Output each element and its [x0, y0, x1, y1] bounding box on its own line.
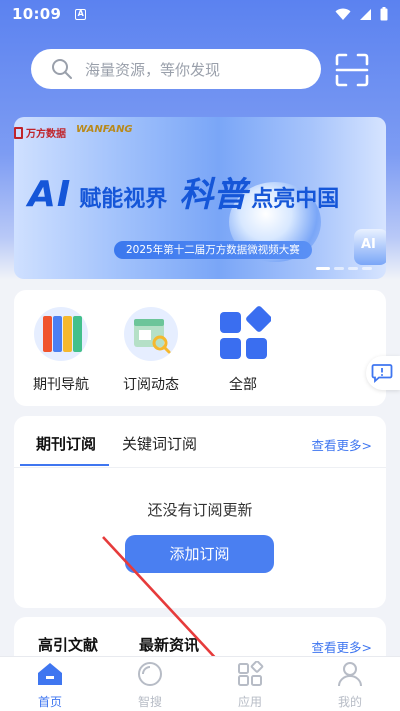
search-input[interactable]: 海量资源，等你发现 — [31, 49, 321, 89]
message-icon — [371, 364, 393, 383]
bottom-nav: 首页 智搜 应用 我的 — [0, 656, 400, 711]
ai-robot-graphic: AI — [354, 229, 386, 265]
journal-books-icon — [34, 307, 88, 361]
feedback-tab[interactable] — [366, 356, 400, 390]
nav-label: 智搜 — [137, 695, 162, 709]
nav-item-smart-search[interactable]: 智搜 — [100, 657, 200, 711]
quick-item-label: 订阅动态 — [123, 377, 179, 393]
wifi-icon — [335, 8, 351, 20]
nav-item-home[interactable]: 首页 — [0, 657, 100, 711]
status-icons — [335, 7, 388, 21]
profile-icon — [338, 662, 362, 687]
view-more-link[interactable]: 查看更多> — [312, 637, 372, 656]
nav-label: 首页 — [37, 695, 62, 709]
apps-icon — [238, 660, 264, 686]
notification-badge: A — [75, 8, 87, 20]
search-placeholder: 海量资源，等你发现 — [85, 60, 221, 79]
quick-item-all[interactable]: 全部 — [208, 306, 278, 394]
empty-state-message: 还没有订阅更新 — [147, 501, 253, 519]
quick-item-subscription-feed[interactable]: 订阅动态 — [116, 306, 186, 394]
tab-keyword-subscription[interactable]: 关键词订阅 — [122, 433, 197, 454]
wanfang-logo: 万方数据 — [14, 125, 66, 140]
divider — [14, 467, 386, 468]
home-icon — [38, 663, 62, 685]
quick-item-journal-nav[interactable]: 期刊导航 — [26, 306, 96, 394]
all-apps-icon — [220, 306, 272, 359]
tab-highly-cited[interactable]: 高引文献 — [38, 634, 98, 655]
wanfang-english-logo: WANFANG — [76, 124, 133, 135]
smart-search-icon — [138, 662, 162, 686]
quick-access-card: 期刊导航 订阅动态 全部 — [14, 290, 386, 406]
active-tab-indicator — [20, 464, 109, 466]
tab-latest-news[interactable]: 最新资讯 — [139, 634, 199, 655]
add-subscription-button[interactable]: 添加订阅 — [125, 535, 274, 573]
view-more-link[interactable]: 查看更多> — [312, 435, 372, 454]
nav-item-apps[interactable]: 应用 — [200, 657, 300, 711]
nav-item-profile[interactable]: 我的 — [300, 657, 400, 711]
banner-subtitle: 2025年第十二届万方数据微视频大赛 — [114, 241, 312, 259]
scan-icon[interactable] — [335, 53, 369, 87]
subscription-card: 期刊订阅 关键词订阅 查看更多> 还没有订阅更新 添加订阅 — [14, 416, 386, 608]
quick-item-label: 期刊导航 — [33, 377, 89, 393]
promo-banner[interactable]: 万方数据 WANFANG AI 赋能视界 科普 点亮中国 2025年第十二届万方… — [14, 117, 386, 279]
banner-headline: AI 赋能视界 科普 点亮中国 — [28, 174, 340, 215]
search-icon — [52, 59, 72, 79]
subscription-feed-icon — [124, 307, 178, 361]
signal-icon — [360, 8, 371, 20]
search-row: 海量资源，等你发现 — [31, 49, 376, 89]
battery-icon — [380, 7, 388, 21]
quick-item-label: 全部 — [229, 377, 257, 393]
subscription-tabs: 期刊订阅 关键词订阅 查看更多> — [14, 416, 386, 468]
nav-label: 我的 — [337, 695, 362, 709]
status-time: 10:09 — [12, 5, 62, 23]
tab-journal-subscription[interactable]: 期刊订阅 — [36, 433, 96, 454]
nav-label: 应用 — [237, 695, 262, 709]
banner-pagination — [316, 267, 372, 270]
status-bar: 10:09 A — [0, 0, 400, 28]
